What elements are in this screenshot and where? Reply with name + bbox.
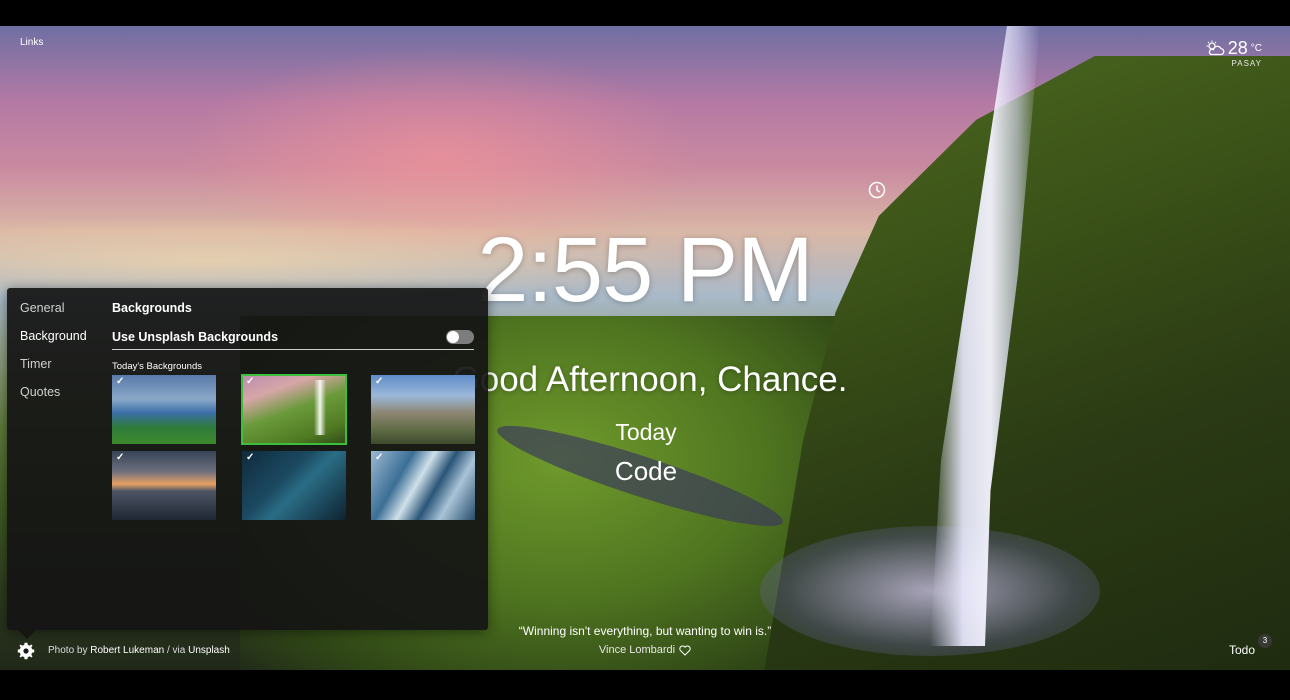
- background-thumbnail[interactable]: ✓: [241, 374, 347, 445]
- clock-time: 2:55 PM: [477, 219, 814, 321]
- check-icon: ✓: [116, 376, 125, 387]
- clock-icon[interactable]: [868, 181, 886, 199]
- todo-button[interactable]: Todo: [1229, 643, 1255, 657]
- unsplash-toggle[interactable]: [446, 330, 474, 344]
- background-thumbnail[interactable]: ✓: [242, 451, 346, 520]
- letterbox-bottom: [0, 670, 1290, 700]
- letterbox-top: [0, 0, 1290, 26]
- weather-temperature: 28: [1227, 38, 1248, 58]
- check-icon: ✓: [375, 376, 384, 387]
- settings-panel: General Background Timer Quotes Backgrou…: [7, 288, 488, 630]
- quote-author-row: Vince Lombardi: [540, 644, 750, 656]
- settings-nav: General Background Timer Quotes: [20, 300, 100, 412]
- gear-icon[interactable]: [17, 642, 35, 660]
- settings-nav-timer[interactable]: Timer: [20, 356, 100, 384]
- background-thumbnail[interactable]: ✓: [371, 375, 475, 444]
- toggle-knob: [447, 331, 459, 343]
- todo-count-badge: 3: [1258, 634, 1272, 648]
- background-thumbnail[interactable]: ✓: [112, 375, 216, 444]
- heart-icon[interactable]: [679, 644, 691, 656]
- photo-by-label: Photo by: [48, 645, 88, 656]
- via-label: / via: [164, 645, 186, 656]
- check-icon: ✓: [246, 376, 255, 387]
- photographer-link[interactable]: Robert Lukeman: [90, 645, 164, 656]
- focus-label: Today: [615, 419, 677, 445]
- settings-panel-pointer: [18, 630, 36, 639]
- settings-nav-quotes[interactable]: Quotes: [20, 384, 100, 412]
- background-thumbnail[interactable]: ✓: [112, 451, 216, 520]
- links-link[interactable]: Links: [20, 37, 43, 48]
- weather-widget[interactable]: 28 °C PASAY: [1205, 38, 1262, 68]
- background-thumbnail[interactable]: ✓: [371, 451, 475, 520]
- settings-content: Backgrounds Use Unsplash Backgrounds Tod…: [112, 300, 475, 522]
- settings-nav-background[interactable]: Background: [20, 328, 100, 356]
- todays-backgrounds-label: Today's Backgrounds: [112, 361, 203, 372]
- partly-cloudy-icon: [1206, 40, 1225, 56]
- greeting: Good Afternoon, Chance.: [452, 360, 848, 399]
- unsplash-row: Use Unsplash Backgrounds: [112, 328, 474, 350]
- background-thumbnail-grid: ✓ ✓ ✓ ✓ ✓ ✓: [112, 372, 475, 522]
- unsplash-label: Use Unsplash Backgrounds: [112, 330, 279, 344]
- check-icon: ✓: [375, 452, 384, 463]
- section-title: Backgrounds: [112, 301, 192, 315]
- weather-location: PASAY: [1231, 59, 1262, 68]
- check-icon: ✓: [116, 452, 125, 463]
- source-link[interactable]: Unsplash: [188, 645, 230, 656]
- settings-nav-general[interactable]: General: [20, 300, 100, 328]
- photo-credit: Photo by Robert Lukeman / via Unsplash: [48, 645, 230, 656]
- weather-unit: °C: [1250, 42, 1262, 54]
- quote-author: Vince Lombardi: [598, 644, 676, 656]
- check-icon: ✓: [246, 452, 255, 463]
- focus-value[interactable]: Code: [546, 456, 746, 486]
- quote-text: “Winning isn't everything, but wanting t…: [518, 624, 772, 638]
